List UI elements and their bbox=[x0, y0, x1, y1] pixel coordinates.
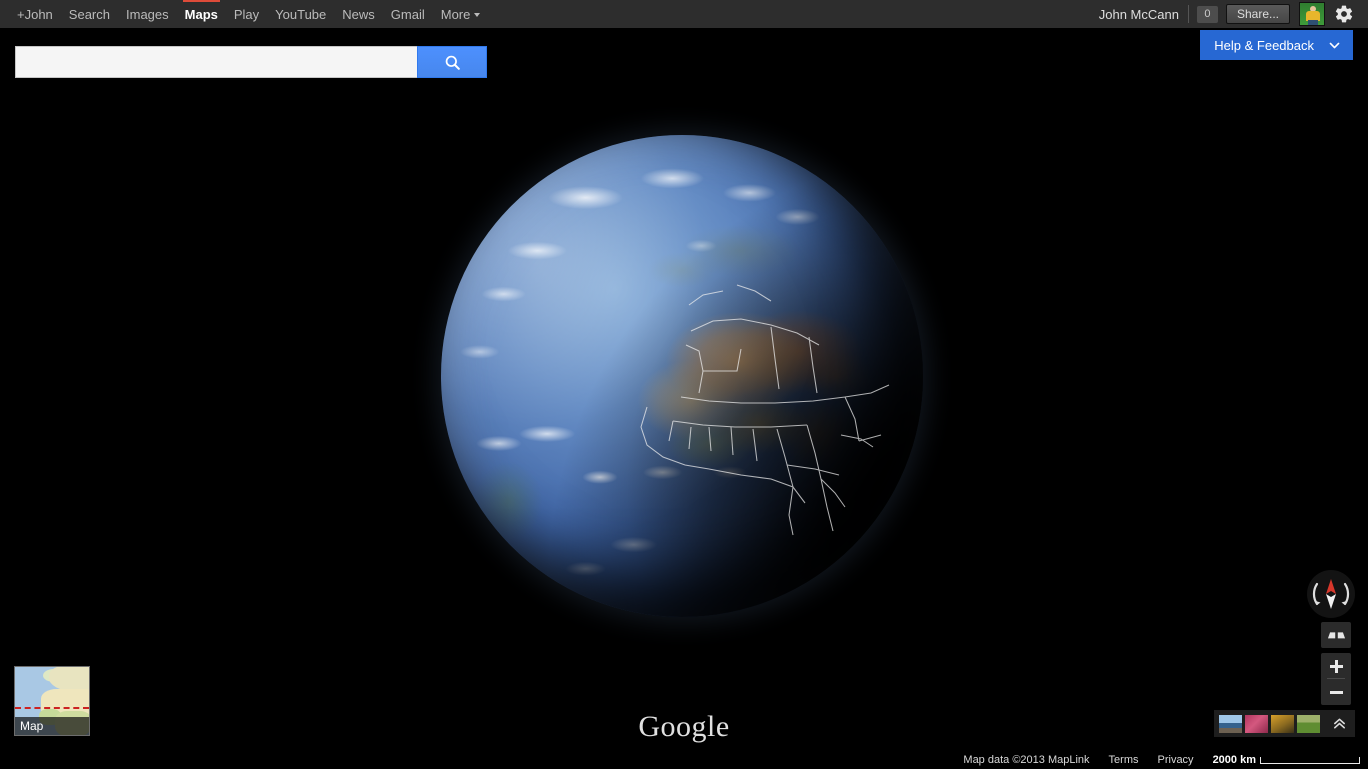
globe-earth[interactable] bbox=[441, 135, 923, 617]
nav-link-search[interactable]: Search bbox=[61, 0, 118, 29]
nav-link-play[interactable]: Play bbox=[226, 0, 267, 29]
divider bbox=[1187, 5, 1189, 23]
zoom-in-button[interactable] bbox=[1321, 653, 1351, 679]
map-data-credit: Map data ©2013 MapLink bbox=[963, 754, 1090, 766]
gear-icon[interactable] bbox=[1334, 4, 1354, 24]
nav-link-news[interactable]: News bbox=[334, 0, 383, 29]
thumbnail-interior[interactable] bbox=[1271, 714, 1294, 733]
tilt-control-button[interactable] bbox=[1321, 622, 1351, 648]
nav-link-maps[interactable]: Maps bbox=[177, 0, 226, 29]
share-button[interactable]: Share... bbox=[1225, 4, 1290, 24]
google-nav-links: +John Search Images Maps Play YouTube Ne… bbox=[0, 0, 488, 29]
nav-link-youtube[interactable]: YouTube bbox=[267, 0, 334, 29]
avatar[interactable] bbox=[1299, 2, 1325, 26]
terms-link[interactable]: Terms bbox=[1109, 754, 1139, 766]
thumbnail-street[interactable] bbox=[1245, 714, 1268, 733]
notification-count[interactable]: 0 bbox=[1196, 5, 1218, 23]
nav-link-plus-john[interactable]: +John bbox=[9, 0, 61, 29]
help-and-feedback-button[interactable]: Help & Feedback bbox=[1200, 30, 1353, 60]
scale-bar bbox=[1260, 756, 1360, 764]
google-watermark: Google bbox=[638, 710, 730, 743]
scale-label: 2000 km bbox=[1212, 754, 1256, 766]
caret-down-icon bbox=[474, 12, 481, 17]
nav-link-gmail[interactable]: Gmail bbox=[383, 0, 433, 29]
help-feedback-label: Help & Feedback bbox=[1214, 37, 1314, 53]
tilt-icon bbox=[1327, 632, 1345, 639]
search-icon bbox=[445, 55, 460, 70]
google-maps-page: Google +John Search Images Maps Play You… bbox=[0, 0, 1368, 769]
google-bar-right: John McCann 0 Share... bbox=[1090, 0, 1368, 29]
privacy-link[interactable]: Privacy bbox=[1158, 754, 1194, 766]
compass-control[interactable] bbox=[1307, 570, 1355, 618]
account-name[interactable]: John McCann bbox=[1090, 7, 1188, 22]
expand-thumbnails-button[interactable] bbox=[1329, 714, 1349, 734]
search-bar bbox=[15, 46, 487, 78]
thumbnail-photo[interactable] bbox=[1297, 714, 1320, 733]
search-input[interactable] bbox=[15, 46, 417, 78]
scale-indicator: 2000 km bbox=[1213, 754, 1360, 766]
minimap-europe bbox=[49, 667, 89, 691]
minus-icon bbox=[1329, 690, 1343, 694]
map-viewport[interactable]: Google bbox=[0, 29, 1368, 769]
map-attribution: Map data ©2013 MapLink Terms Privacy 200… bbox=[963, 754, 1360, 766]
nav-link-images[interactable]: Images bbox=[118, 0, 177, 29]
nav-link-more[interactable]: More bbox=[433, 0, 489, 29]
minimap-equator-line bbox=[15, 707, 89, 709]
chevron-down-icon bbox=[1329, 42, 1340, 48]
thumbnail-aerial[interactable] bbox=[1219, 714, 1242, 733]
google-top-bar: +John Search Images Maps Play YouTube Ne… bbox=[0, 0, 1368, 29]
compass-icon bbox=[1312, 579, 1350, 609]
minimap-label: Map bbox=[15, 717, 89, 735]
imagery-thumbnail-strip bbox=[1214, 710, 1355, 737]
chevron-double-up-icon bbox=[1333, 718, 1345, 729]
avatar-legs bbox=[1308, 20, 1318, 25]
zoom-controls bbox=[1321, 653, 1351, 705]
search-button[interactable] bbox=[417, 46, 487, 78]
zoom-out-button[interactable] bbox=[1321, 679, 1351, 705]
nav-more-label: More bbox=[440, 6, 471, 22]
minimap-thumbnail[interactable]: Map bbox=[14, 666, 90, 736]
